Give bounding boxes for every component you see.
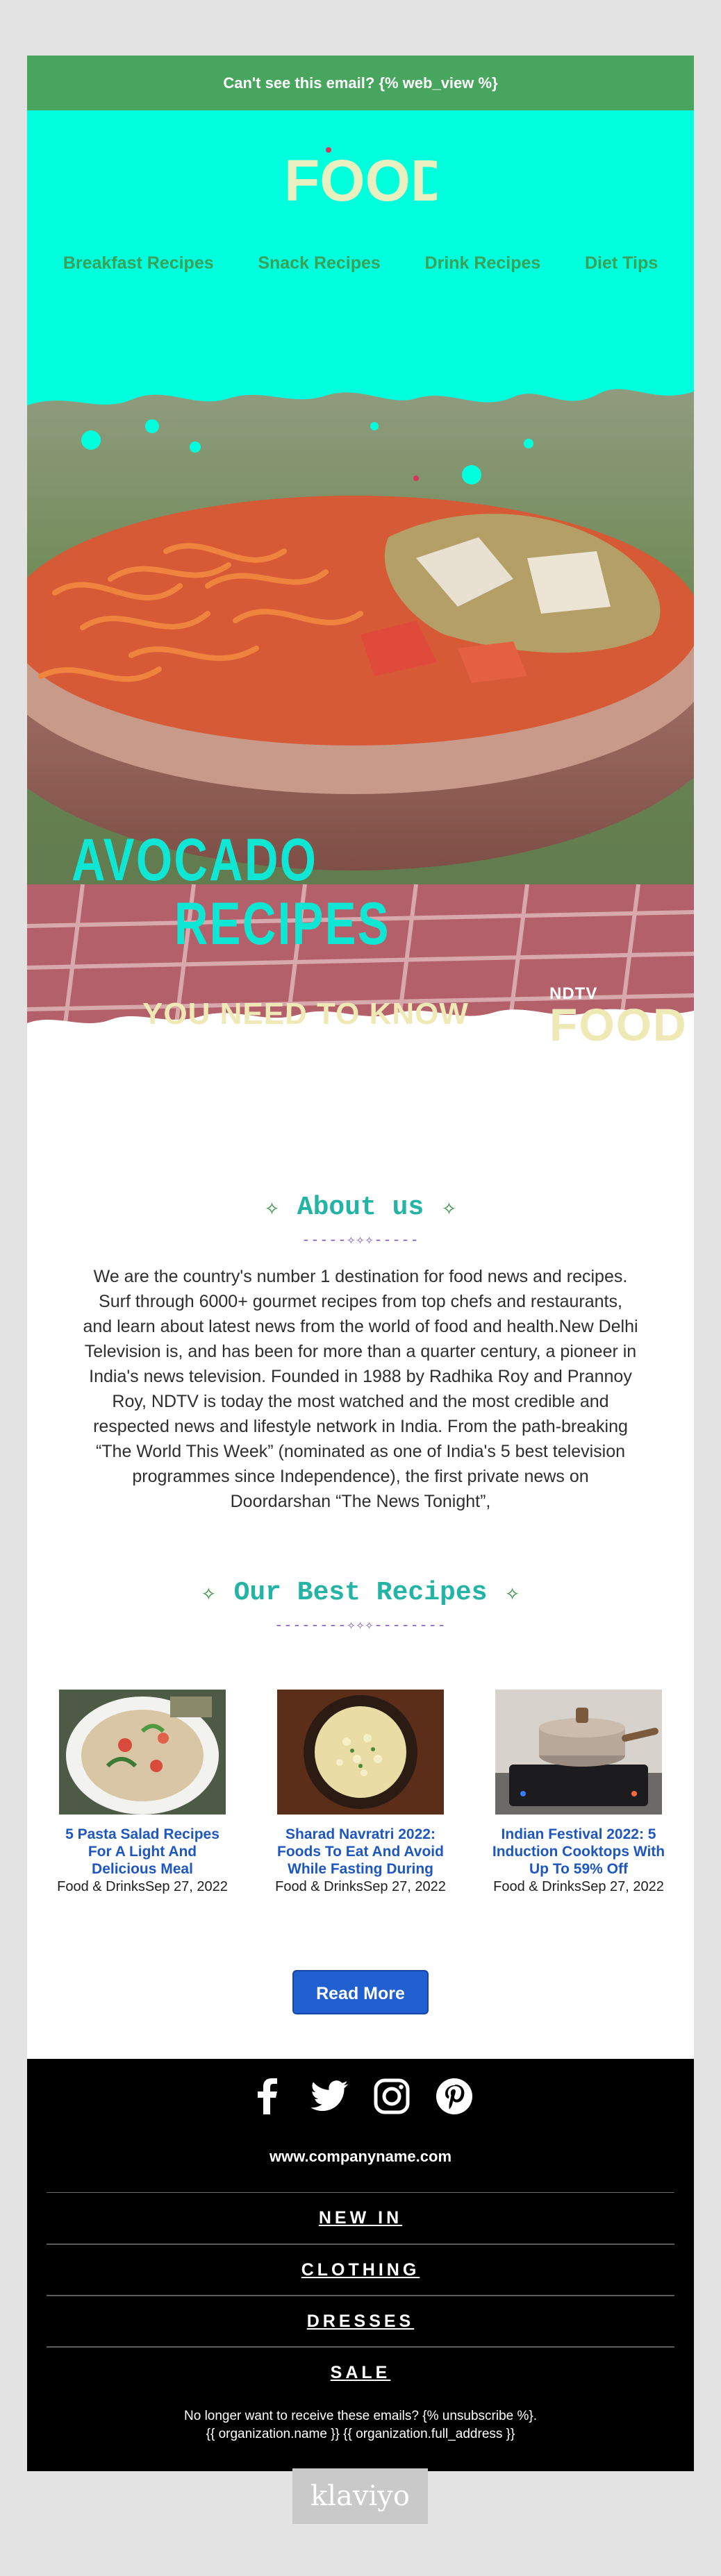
twitter-icon[interactable] — [308, 2076, 350, 2117]
recipes-divider: --------✧✧✧-------- — [274, 1618, 447, 1634]
about-text: We are the country's number 1 destinatio… — [83, 1267, 638, 1511]
about-heading: ✧ About us ✧ — [83, 1193, 638, 1222]
website-link[interactable]: www.companyname.com — [47, 2148, 674, 2166]
sparkle-icon: ✧ — [442, 1195, 456, 1222]
nav-diet-tips[interactable]: Diet Tips — [585, 253, 658, 273]
footer: www.companyname.com NEW IN CLOTHING DRES… — [27, 2059, 694, 2471]
sparkle-icon: ✧ — [505, 1581, 520, 1608]
menu-clothing[interactable]: CLOTHING — [47, 2244, 674, 2295]
recipe-cards: 5 Pasta Salad Recipes For A Light And De… — [55, 1690, 666, 1895]
induction-cooktop-image[interactable] — [495, 1690, 662, 1815]
nav-snack-recipes[interactable]: Snack Recipes — [258, 253, 381, 273]
recipe-card-meta: Food & DrinksSep 27, 2022 — [275, 1879, 446, 1894]
unsubscribe-text[interactable]: No longer want to receive these emails? … — [47, 2407, 674, 2425]
unsubscribe-block: No longer want to receive these emails? … — [47, 2407, 674, 2443]
about-title: About us — [297, 1193, 424, 1222]
top-nav: Breakfast Recipes Snack Recipes Drink Re… — [27, 253, 694, 273]
recipe-card-meta: Food & DrinksSep 27, 2022 — [493, 1879, 664, 1894]
email-header: FOOD Breakfast Recipes Snack Recipes Dri… — [27, 110, 694, 329]
hero-title-line1: AVOCADO — [72, 827, 318, 893]
read-more-button[interactable]: Read More — [292, 1970, 429, 2014]
email-container: Can't see this email? {% web_view %} FOO… — [27, 56, 694, 2471]
organization-address: {{ organization.name }} {{ organization.… — [206, 2427, 515, 2441]
about-section: ✧ About us ✧ -----✧✧✧----- We are the co… — [27, 1106, 694, 1514]
instagram-icon[interactable] — [371, 2076, 413, 2117]
menu-sale[interactable]: SALE — [47, 2346, 674, 2398]
recipes-section: ✧ Our Best Recipes ✧ --------✧✧✧-------- — [27, 1514, 694, 1895]
recipes-heading: ✧ Our Best Recipes ✧ — [55, 1578, 666, 1608]
recipe-card-title[interactable]: Sharad Navratri 2022: Foods To Eat And A… — [273, 1826, 448, 1878]
web-view-text[interactable]: Can't see this email? {% web_view %} — [223, 74, 497, 92]
about-divider: -----✧✧✧----- — [301, 1233, 420, 1249]
recipe-card-title[interactable]: 5 Pasta Salad Recipes For A Light And De… — [55, 1826, 230, 1878]
recipe-card[interactable]: 5 Pasta Salad Recipes For A Light And De… — [55, 1690, 230, 1895]
hero-subtitle: YOU NEED TO KNOW — [142, 997, 469, 1031]
footer-menu: NEW IN CLOTHING DRESSES SALE — [47, 2192, 674, 2398]
hero-title-line2: RECIPES — [174, 891, 390, 957]
food-logo[interactable]: FOOD — [27, 145, 694, 208]
menu-new-in[interactable]: NEW IN — [47, 2192, 674, 2244]
recipe-card-title[interactable]: Indian Festival 2022: 5 Induction Cookto… — [491, 1826, 666, 1878]
pinterest-icon[interactable] — [433, 2076, 475, 2117]
food-logo-graphic: FOOD — [284, 147, 437, 208]
nav-breakfast-recipes[interactable]: Breakfast Recipes — [63, 253, 214, 273]
hero-banner[interactable]: AVOCADO RECIPES YOU NEED TO KNOW NDTV FO… — [27, 329, 694, 1106]
sparkle-icon: ✧ — [201, 1581, 216, 1608]
menu-dresses[interactable]: DRESSES — [47, 2295, 674, 2346]
sparkle-icon: ✧ — [265, 1195, 279, 1222]
hero-brand-large: FOOD — [549, 999, 688, 1050]
web-view-bar[interactable]: Can't see this email? {% web_view %} — [27, 56, 694, 110]
cta-wrapper: Read More — [27, 1895, 694, 2059]
social-links — [47, 2076, 674, 2117]
recipe-card[interactable]: Indian Festival 2022: 5 Induction Cookto… — [491, 1690, 666, 1895]
logo-dot — [326, 147, 331, 153]
recipe-card[interactable]: Sharad Navratri 2022: Foods To Eat And A… — [273, 1690, 448, 1895]
klaviyo-text: klaviyo — [310, 2480, 410, 2512]
recipe-card-meta: Food & DrinksSep 27, 2022 — [57, 1879, 228, 1894]
nav-drink-recipes[interactable]: Drink Recipes — [425, 253, 541, 273]
klaviyo-badge[interactable]: klaviyo — [292, 2468, 428, 2524]
food-logo-text: FOOD — [284, 148, 437, 208]
pasta-salad-image[interactable] — [59, 1690, 226, 1815]
recipes-title: Our Best Recipes — [233, 1578, 488, 1608]
navratri-food-image[interactable] — [277, 1690, 444, 1815]
facebook-icon[interactable] — [246, 2076, 288, 2117]
